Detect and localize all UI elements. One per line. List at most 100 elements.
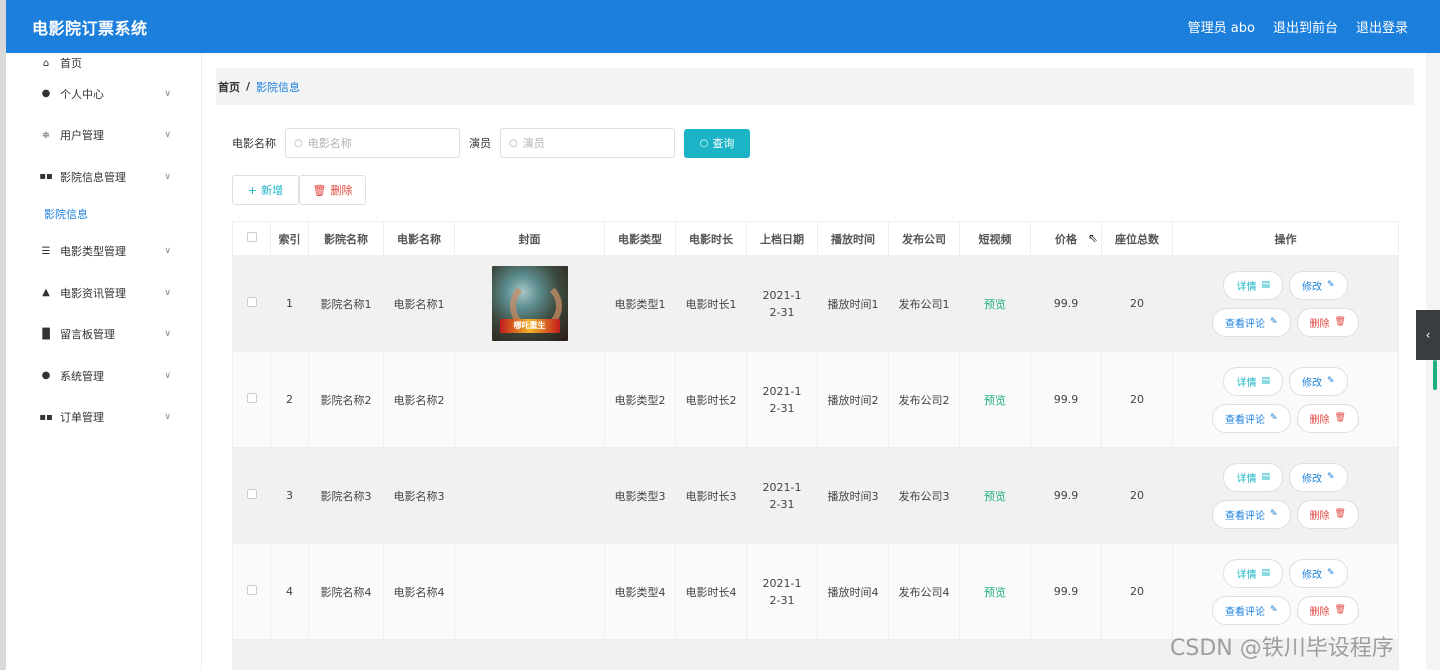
collapse-toggle[interactable]: ‹ <box>1416 310 1440 360</box>
movie-name-input[interactable] <box>307 136 448 150</box>
sidebar-item-orders[interactable]: ▪▪ 订单管理 ∨ <box>6 397 201 439</box>
cell-play-time: 播放时间4 <box>817 543 889 640</box>
review-label: 查看评论 <box>1225 318 1265 330</box>
detail-button[interactable]: 详情 ▤ <box>1223 270 1283 300</box>
cell-cinema: 影院名称1 <box>308 255 384 352</box>
breadcrumb-current: 影院信息 <box>256 80 301 94</box>
grid-icon: ▪▪ <box>39 411 53 423</box>
select-all-checkbox[interactable] <box>246 232 257 242</box>
add-button[interactable]: + 新增 <box>232 175 299 205</box>
view-reviews-button[interactable]: 查看评论 ✎ <box>1212 403 1291 433</box>
plus-icon: + <box>247 183 258 197</box>
grid-icon: ▪▪ <box>39 171 53 183</box>
home-icon: ⌂ <box>42 57 50 69</box>
detail-label: 详情 <box>1236 377 1257 389</box>
row-ops: 详情 ▤ 修改 ✎ 查看评论 ✎ 删除 🗑 <box>1173 270 1398 337</box>
cell-seats: 20 <box>1101 447 1173 544</box>
video-preview-link[interactable]: 预览 <box>984 490 1006 503</box>
edit-button[interactable]: 修改 ✎ <box>1288 558 1348 588</box>
video-preview-link[interactable]: 预览 <box>984 298 1006 311</box>
logout-link[interactable]: 退出登录 <box>1356 17 1408 36</box>
table-row: 2 影院名称2 电影名称2 电影类型2 电影时长2 2021-12-31 播放时间2 发布公司… <box>232 351 1399 448</box>
to-front-link[interactable]: 退出到前台 <box>1273 17 1338 36</box>
edit-button[interactable]: 修改 ✎ <box>1288 366 1348 396</box>
edit-label: 修改 <box>1301 281 1322 293</box>
breadcrumb-home[interactable]: 首页 <box>218 79 240 95</box>
detail-button[interactable]: 详情 ▤ <box>1223 366 1283 396</box>
cell-date: 2021-12-31 <box>746 543 818 640</box>
cell-cinema <box>308 639 384 670</box>
cell-date <box>746 639 818 670</box>
view-reviews-button[interactable]: 查看评论 ✎ <box>1212 595 1291 625</box>
sidebar-item-home[interactable]: ⌂ 首页 <box>6 53 201 73</box>
row-select-cell[interactable] <box>232 351 271 448</box>
delete-button[interactable]: 删除 🗑 <box>1296 307 1359 337</box>
row-select-cell[interactable] <box>232 639 271 670</box>
cell-video: 预览 <box>959 351 1031 448</box>
row-select-cell[interactable] <box>232 543 271 640</box>
chevron-down-icon: ∨ <box>164 130 171 141</box>
sidebar-item-cinema-mgmt[interactable]: ▪▪ 影院信息管理 ∨ <box>6 156 201 198</box>
header-cell: 发布公司 <box>888 221 960 256</box>
header-cell: 播放时间 <box>817 221 889 256</box>
review-label: 查看评论 <box>1225 510 1265 522</box>
actor-input[interactable] <box>522 136 663 150</box>
query-label: 查询 <box>712 137 735 150</box>
cell-duration: 电影时长1 <box>675 255 747 352</box>
header-cell: 封面 <box>454 221 605 256</box>
app-title: 电影院订票系统 <box>32 18 148 38</box>
cell-index: 4 <box>270 543 309 640</box>
cell-ops: 详情 ▤ 修改 ✎ 查看评论 ✎ 删除 🗑 <box>1172 543 1399 640</box>
edit-button[interactable]: 修改 ✎ <box>1288 462 1348 492</box>
pencil-icon: ✎ <box>1270 317 1278 327</box>
delete-button[interactable]: 删除 🗑 <box>1296 499 1359 529</box>
sidebar-item-movie-news[interactable]: ▲ 电影资讯管理 ∨ <box>6 272 201 314</box>
table-row: 3 影院名称3 电影名称3 电影类型3 电影时长3 2021-12-31 播放时间3 发布公司… <box>232 447 1399 544</box>
cell-movie: 电影名称3 <box>383 447 455 544</box>
cell-type <box>604 639 676 670</box>
trash-icon: 🗑 <box>1334 413 1346 423</box>
video-preview-link[interactable]: 预览 <box>984 394 1006 407</box>
row-checkbox[interactable] <box>246 393 257 403</box>
sidebar-item-personal[interactable]: ● 个人中心 ∨ <box>6 73 201 115</box>
admin-label[interactable]: 管理员 abo <box>1188 17 1255 36</box>
delete-button[interactable]: 删除 🗑 <box>1296 595 1359 625</box>
chevron-down-icon: ∨ <box>164 329 171 340</box>
select-all-cell[interactable] <box>232 221 271 256</box>
cell-price: 99.9 <box>1030 351 1102 448</box>
delete-row-label: 删除 <box>1309 606 1330 618</box>
movie-poster[interactable]: 哪吒重生 <box>491 266 568 341</box>
row-select-cell[interactable] <box>232 447 271 544</box>
pencil-icon: ✎ <box>1270 509 1278 519</box>
edit-button[interactable]: 修改 ✎ <box>1288 270 1348 300</box>
view-reviews-button[interactable]: 查看评论 ✎ <box>1212 499 1291 529</box>
row-checkbox[interactable] <box>246 585 257 595</box>
row-select-cell[interactable] <box>232 255 271 352</box>
video-preview-link[interactable]: 预览 <box>984 586 1006 599</box>
search-icon: ○ <box>509 137 518 149</box>
cell-company: 发布公司4 <box>888 543 960 640</box>
cell-ops: 详情 ▤ 修改 ✎ 查看评论 ✎ 删除 🗑 <box>1172 447 1399 544</box>
sidebar-item-users[interactable]: ≑ 用户管理 ∨ <box>6 115 201 157</box>
delete-button[interactable]: 删除 🗑 <box>1296 403 1359 433</box>
header-cell: 影院名称 <box>308 221 384 256</box>
row-checkbox[interactable] <box>246 297 257 307</box>
pencil-icon: ✎ <box>1326 376 1335 386</box>
detail-button[interactable]: 详情 ▤ <box>1223 462 1283 492</box>
batch-delete-button[interactable]: 🗑 删除 <box>299 175 366 205</box>
view-reviews-button[interactable]: 查看评论 ✎ <box>1212 307 1291 337</box>
cell-play-time: 播放时间1 <box>817 255 889 352</box>
detail-button[interactable]: 详情 ▤ <box>1223 558 1283 588</box>
sidebar-item-system[interactable]: ● 系统管理 ∨ <box>6 355 201 397</box>
query-button[interactable]: ○ 查询 <box>684 128 750 158</box>
sidebar: ⌂ 首页 ● 个人中心 ∨ ≑ 用户管理 ∨ ▪▪ 影院信息管理 ∨ 影院信息 … <box>6 53 202 670</box>
document-icon: ▤ <box>1261 568 1270 578</box>
sidebar-item-movie-type[interactable]: ☰ 电影类型管理 ∨ <box>6 231 201 273</box>
row-checkbox[interactable] <box>246 489 257 499</box>
header-cell: 上档日期 <box>746 221 818 256</box>
cell-type: 电影类型3 <box>604 447 676 544</box>
sidebar-item-message-board[interactable]: ▐▌ 留言板管理 ∨ <box>6 314 201 356</box>
chevron-down-icon: ∨ <box>164 412 171 423</box>
sidebar-subitem-cinema-info[interactable]: 影院信息 <box>6 198 201 231</box>
row-ops: 详情 ▤ 修改 ✎ 查看评论 ✎ 删除 🗑 <box>1173 558 1398 625</box>
